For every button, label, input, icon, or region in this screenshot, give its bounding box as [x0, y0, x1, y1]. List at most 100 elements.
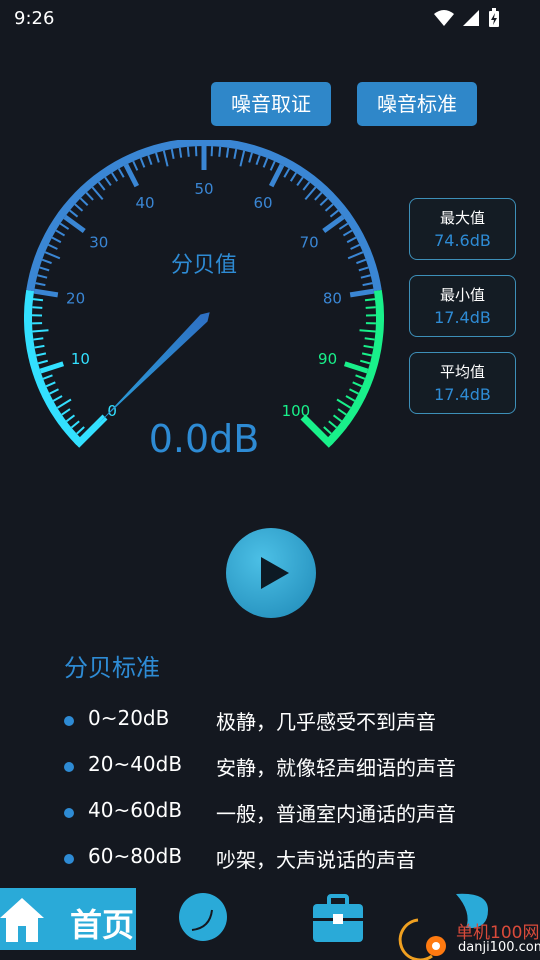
gauge-tick-label: 90: [318, 350, 337, 368]
stat-avg-value: 17.4dB: [434, 385, 491, 404]
status-time: 9:26: [14, 8, 55, 29]
gauge-major-tick: [349, 288, 375, 298]
gauge-minor-tick: [347, 251, 364, 260]
gauge-minor-tick: [44, 251, 61, 260]
gauge-tick-label: 0: [107, 402, 117, 420]
watermark: 单机100网 danji100.com: [392, 910, 540, 960]
gauge-minor-tick: [91, 186, 104, 201]
standard-desc: 吵架，大声说话的声音: [216, 848, 416, 872]
gauge-minor-tick: [33, 337, 44, 341]
gauge-minor-tick: [255, 154, 261, 166]
gauge-minor-tick: [170, 148, 175, 160]
gauge-minor-tick: [314, 191, 323, 201]
gauge-minor-tick: [363, 344, 374, 349]
wifi-icon: [434, 10, 454, 26]
standard-desc: 安静，就像轻声细语的声音: [216, 756, 456, 780]
gauge-minor-tick: [139, 157, 146, 168]
gauge-minor-tick: [52, 395, 63, 402]
gauge-minor-tick: [70, 420, 80, 429]
standard-range: 40~60dB: [88, 798, 183, 822]
gauge-minor-tick: [42, 374, 53, 380]
gauge-tick-labels: 0 10 20 30 40 50 60 70 80 90 100: [66, 180, 342, 420]
gauge-minor-tick: [55, 229, 66, 237]
gauge-tick-label: 70: [300, 234, 319, 252]
gauge-minor-tick: [349, 388, 359, 395]
gauge-minor-tick: [32, 329, 49, 333]
gauge-minor-tick: [76, 426, 85, 435]
gauge-tick-label: 60: [253, 194, 272, 212]
gauge-minor-tick: [345, 395, 356, 402]
standard-item: 60~80dB 吵架，大声说话的声音: [62, 844, 522, 874]
gauge-minor-tick: [342, 229, 353, 237]
gauge-major-tick: [343, 361, 369, 374]
gauge-minor-tick: [59, 222, 70, 230]
gauge-minor-tick: [283, 168, 291, 178]
gauge-minor-tick: [39, 266, 50, 272]
gauge-major-tick: [39, 361, 65, 374]
gauge-minor-tick: [35, 282, 46, 287]
gauge-minor-tick: [262, 157, 269, 168]
gauge-title: 分贝值: [171, 253, 237, 278]
gauge-tick-label: 50: [194, 180, 213, 198]
gauge-tick-label: 10: [71, 350, 90, 368]
gauge-minor-tick: [248, 152, 253, 163]
gauge-minor-tick: [218, 146, 222, 157]
gauge-minor-tick: [79, 197, 89, 206]
stat-min-value: 17.4dB: [434, 308, 491, 327]
gauge-minor-tick: [233, 148, 238, 160]
gauge-minor-tick: [110, 172, 119, 182]
gauge-minor-tick: [155, 152, 160, 163]
gauge-minor-tick: [323, 426, 332, 435]
nav-home[interactable]: 首页: [0, 888, 136, 950]
gauge-tick-label: 100: [282, 402, 311, 420]
gauge-minor-tick: [239, 150, 246, 167]
gauge-minor-tick: [304, 186, 317, 201]
gauge-minor-tick: [147, 154, 153, 166]
standard-item: 20~40dB 安静，就像轻声细语的声音: [62, 752, 522, 782]
play-button[interactable]: [226, 528, 316, 618]
gauge-minor-tick: [37, 274, 48, 279]
nav-toolbox[interactable]: [311, 892, 365, 948]
signal-icon: [463, 10, 479, 26]
gauge-minor-tick: [346, 236, 357, 244]
gauge-minor-tick: [37, 359, 49, 365]
stat-max-label: 最大值: [439, 209, 485, 227]
play-icon: [261, 557, 289, 589]
status-icons: [434, 8, 500, 28]
gauge-minor-tick: [355, 374, 366, 380]
gauge-minor-tick: [356, 258, 367, 265]
gauge-minor-tick: [74, 203, 84, 212]
gauge-tick-label: 20: [66, 290, 85, 308]
meter-icon: [179, 893, 227, 941]
gauge-tick-label: 40: [135, 194, 154, 212]
decibel-gauge: 0 10 20 30 40 50 60 70 80 90 100 分贝值 0.0dB: [24, 140, 384, 461]
gauge-minor-tick: [324, 203, 334, 212]
gauge-minor-tick: [352, 381, 363, 388]
gauge-minor-tick: [178, 147, 183, 158]
noise-forensics-button[interactable]: 噪音取证: [211, 82, 331, 126]
stat-min: 最小值 17.4dB: [409, 275, 516, 337]
toolbox-icon: [313, 894, 363, 942]
gauge-minor-tick: [34, 344, 45, 349]
stat-avg: 平均值 17.4dB: [409, 352, 516, 414]
nav-meter[interactable]: [178, 892, 228, 946]
gauge-minor-tick: [97, 181, 106, 191]
gauge-minor-tick: [350, 243, 361, 250]
noise-standard-button[interactable]: 噪音标准: [357, 82, 477, 126]
standard-item: 40~60dB 一般，普通室内通话的声音: [62, 798, 522, 828]
gauge-minor-tick: [41, 258, 52, 265]
gauge-minor-tick: [358, 266, 369, 272]
standard-desc: 一般，普通室内通话的声音: [216, 802, 456, 826]
gauge-needle: [97, 312, 210, 425]
stat-min-label: 最小值: [439, 286, 485, 304]
gauge-minor-tick: [117, 168, 125, 178]
gauge-minor-tick: [338, 222, 349, 230]
gauge-minor-tick: [337, 408, 347, 416]
gauge-minor-tick: [35, 352, 47, 357]
gauge-tick-label: 30: [89, 234, 108, 252]
gauge-minor-tick: [162, 150, 169, 167]
bullet-icon: [64, 762, 74, 772]
gauge-minor-tick: [51, 236, 62, 244]
gauge-minor-tick: [47, 243, 58, 250]
gauge-minor-tick: [329, 209, 339, 218]
